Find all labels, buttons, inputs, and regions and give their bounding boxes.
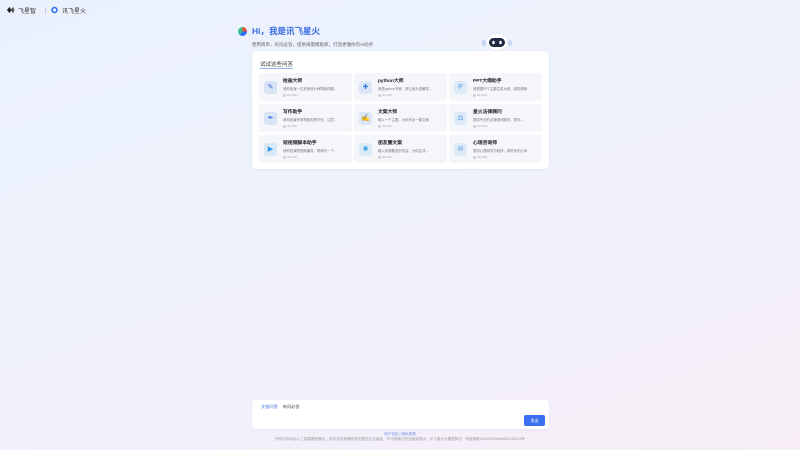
assistant-author: iFlyTEK [382,93,393,97]
assistant-desc: 输入你想要发的内容，为你生成… [378,149,429,153]
assistant-text: 文案大师输入一个主题，为你写出一篇文案 iFlyTEK [378,108,442,128]
assistant-name: 星火法律顾问 [473,110,502,115]
author-avatar-icon [473,93,476,97]
author-avatar-icon [283,93,286,97]
suggestion-card: 试试这些问答 ✎ 绘画大师请你扮演一位资深设计师帮我构图… iFlyTEK ✚ pyth… [252,51,549,169]
assistant-author: iFlyTEK [477,155,488,159]
brand2-label: 讯飞星火 [62,8,87,15]
spark-icon [238,26,247,36]
assistant-text: 心理咨询师提供心理疏导与陪伴，倾听你的心声… iFlyTEK [473,139,537,159]
sun-icon: ✺ [359,142,372,156]
assistant-author: iFlyTEK [287,124,298,128]
assistant-author: iFlyTEK [477,93,488,97]
assistant-name: 写作助手 [283,110,303,115]
assistant-desc: 提供专业的法律咨询服务，帮你… [473,118,524,122]
assistant-item[interactable]: ✚ python大师我是python专家，请让我为您解答… iFlyTEK [354,73,447,101]
tag-ask-anything[interactable]: 有问必答 [283,404,300,410]
spark-logo-icon [51,6,58,14]
hero-title-text: Hi，我是讯飞星火 [252,26,321,36]
author-avatar-icon [473,155,476,159]
assistant-name: python大师 [378,79,404,84]
assistant-name: 短视频脚本助手 [283,141,317,146]
assistant-name: 心理咨询师 [473,141,497,146]
top-bar: 飞星智 讯飞星火 [0,0,800,20]
assistant-meta: iFlyTEK [473,124,537,128]
brand-home[interactable]: 飞星智 [6,6,36,15]
brand-spark[interactable]: 讯飞星火 [44,6,86,15]
assistant-desc: 输入一个主题，为你写出一篇文案 [378,118,429,122]
brand-divider [45,6,47,14]
assistant-text: PPT大纲助手请根据PPT主题生成大纲，结构清晰… iFlyTEK [473,77,537,97]
assistant-author: iFlyTEK [287,155,298,159]
footer: 用户协议 | 隐私政策 所有内容均由人工智能模型输出，其内容的准确性和完整性无法… [0,432,800,442]
assistant-item[interactable]: ✎ 绘画大师请你扮演一位资深设计师帮我构图… iFlyTEK [259,73,352,101]
assistant-desc: 提供心理疏导与陪伴，倾听你的心声… [473,149,531,153]
assistant-item[interactable]: ✉ 心理咨询师提供心理疏导与陪伴，倾听你的心声… iFlyTEK [449,135,542,163]
assistant-desc: 请根据PPT主题生成大纲，结构清晰… [473,87,531,91]
assistant-meta: iFlyTEK [378,124,442,128]
assistant-text: 星火法律顾问提供专业的法律咨询服务，帮你… iFlyTEK [473,108,537,128]
assistant-meta: iFlyTEK [473,93,537,97]
footer-notice: 所有内容均由人工智能模型输出，其内容的准确性和完整性无法保证，不代表我们的态度或… [275,437,525,441]
assistant-desc: 请你扮演作家帮我构思写作，注意… [283,118,338,122]
author-avatar-icon [378,93,381,97]
assistant-author: iFlyTEK [287,93,298,97]
author-avatar-icon [283,155,286,159]
assistant-text: 绘画大师请你扮演一位资深设计师帮我构图… iFlyTEK [283,77,347,97]
assistant-meta: iFlyTEK [378,93,442,97]
assistant-text: python大师我是python专家，请让我为您解答… iFlyTEK [378,77,442,97]
assistant-text: 短视频脚本助手请你扮演短视频编导，帮我写一个… iFlyTEK [283,139,347,159]
assistant-author: iFlyTEK [382,124,393,128]
assistant-item[interactable]: ⚖ 星火法律顾问提供专业的法律咨询服务，帮你… iFlyTEK [449,104,542,132]
author-avatar-icon [283,124,286,128]
python-icon: ✚ [359,80,372,94]
assistant-text: 朋友圈文案输入你想要发的内容，为你生成… iFlyTEK [378,139,442,159]
assistant-meta: iFlyTEK [283,124,347,128]
assistant-desc: 我是python专家，请让我为您解答… [378,87,433,91]
assistant-author: iFlyTEK [477,124,488,128]
assistant-name: 文案大师 [378,110,398,115]
iflytek-logo-icon [6,6,15,14]
assistant-item[interactable]: ✺ 朋友圈文案输入你想要发的内容，为你生成… iFlyTEK [354,135,447,163]
brand1-label: 飞星智 [18,8,37,15]
doc-icon: ✍ [359,111,372,125]
assistant-name: 绘画大师 [283,79,303,84]
assistant-item[interactable]: ✍ 文案大师输入一个主题，为你写出一篇文案 iFlyTEK [354,104,447,132]
send-button[interactable]: 发送 [524,415,545,426]
assistant-meta: iFlyTEK [378,155,442,159]
assistant-item[interactable]: ▶ 短视频脚本助手请你扮演短视频编导，帮我写一个… iFlyTEK [259,135,352,163]
author-avatar-icon [378,155,381,159]
assistant-meta: iFlyTEK [473,155,537,159]
paint-icon: ✎ [264,80,277,94]
assistant-desc: 请你扮演短视频编导，帮我写一个… [283,149,338,153]
tag-doc-qa[interactable]: 文档问答 [261,404,278,410]
assistant-item[interactable]: P PPT大纲助手请根据PPT主题生成大纲，结构清晰… iFlyTEK [449,73,542,101]
assistant-meta: iFlyTEK [283,155,347,159]
suggestion-heading: 试试这些问答 [260,62,294,69]
scale-icon: ⚖ [454,111,467,125]
input-tags: 文档问答 有问必答 [261,404,300,410]
chat-input-box[interactable]: 文档问答 有问必答 发送 [252,400,549,429]
chat-icon: ✉ [454,142,467,156]
assistant-name: PPT大纲助手 [473,79,502,84]
assistant-desc: 请你扮演一位资深设计师帮我构图… [283,87,338,91]
assistant-grid: ✎ 绘画大师请你扮演一位资深设计师帮我构图… iFlyTEK ✚ python大师我是p… [259,73,542,163]
assistant-meta: iFlyTEK [283,93,347,97]
assistant-text: 写作助手请你扮演作家帮我构思写作，注意… iFlyTEK [283,108,347,128]
ppt-icon: P [454,80,467,94]
author-avatar-icon [473,124,476,128]
assistant-author: iFlyTEK [382,155,393,159]
video-icon: ▶ [264,142,277,156]
assistant-name: 朋友圈文案 [378,141,402,146]
assistant-item[interactable]: ✒ 写作助手请你扮演作家帮我构思写作，注意… iFlyTEK [259,104,352,132]
pen-icon: ✒ [264,111,277,125]
author-avatar-icon [378,124,381,128]
